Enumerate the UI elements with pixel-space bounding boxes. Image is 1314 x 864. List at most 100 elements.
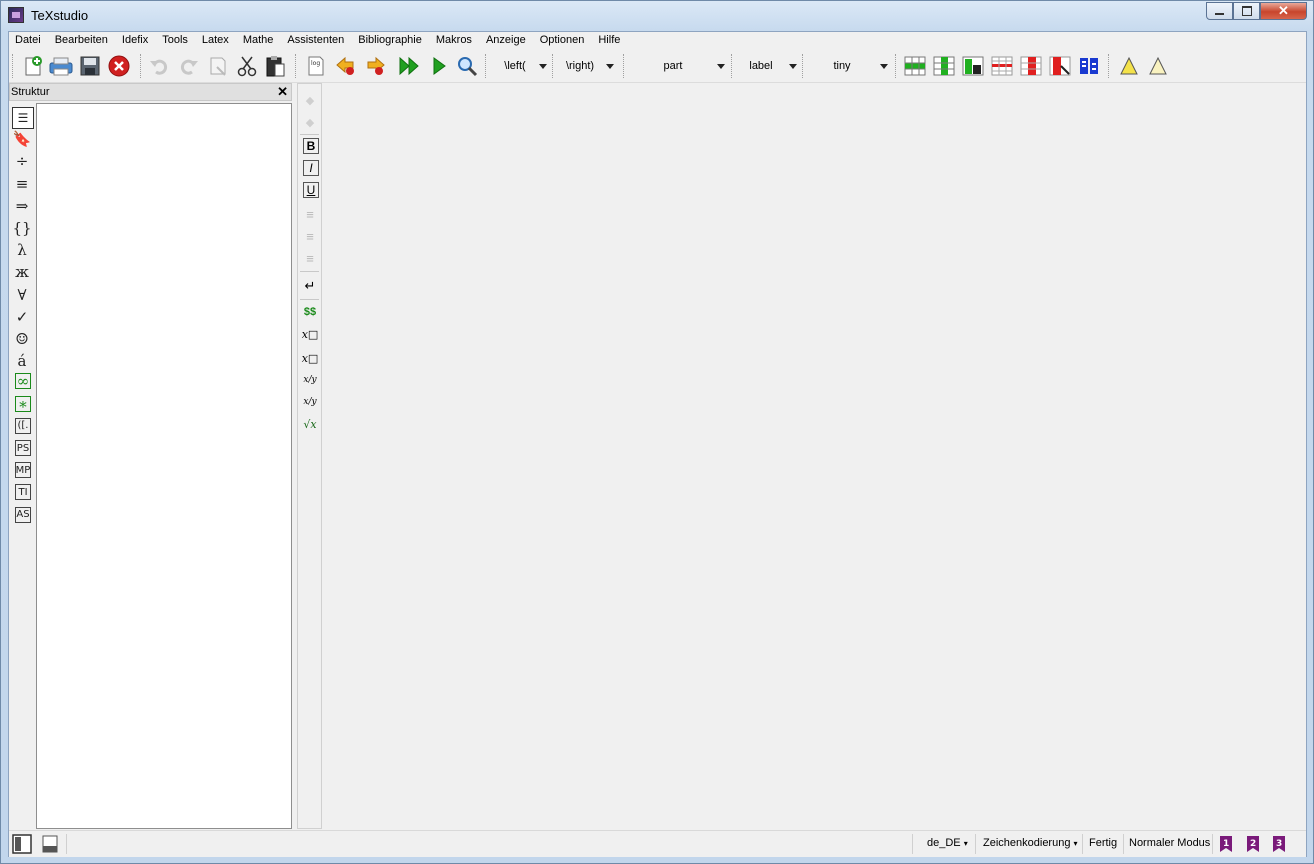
font-size-select[interactable]: tiny <box>804 56 892 76</box>
structure-icon[interactable]: ☰ <box>12 107 34 129</box>
editor-area[interactable] <box>323 83 1306 829</box>
redo-button[interactable] <box>177 54 201 78</box>
close-window-button[interactable]: ✕ <box>1260 2 1307 20</box>
inline-math-icon[interactable]: $$ <box>300 302 320 322</box>
greek-icon[interactable]: λ <box>12 240 32 260</box>
log-button[interactable]: log <box>304 54 328 78</box>
toggle-structure-button[interactable] <box>11 833 33 855</box>
references-select[interactable]: label <box>733 56 801 76</box>
application-window: TeXstudio ✕ Datei Bearbeiten Idefix Tool… <box>0 0 1314 864</box>
bold-icon[interactable]: B <box>303 138 319 154</box>
table-insert-column-button[interactable] <box>961 54 985 78</box>
chevron-down-icon <box>606 63 614 69</box>
menu-mathe[interactable]: Mathe <box>236 32 281 49</box>
table-cut-column-button[interactable] <box>1048 54 1072 78</box>
fraction-icon[interactable]: x/y <box>300 370 320 390</box>
align-center-icon[interactable]: ≡ <box>300 226 320 246</box>
dfrac-icon[interactable]: x/y <box>300 392 320 412</box>
align-left-icon[interactable]: ≡ <box>300 204 320 224</box>
table-add-column-button[interactable] <box>932 54 956 78</box>
pstricks-icon[interactable]: PS <box>15 440 31 456</box>
subscript-icon[interactable]: x□ <box>300 324 320 344</box>
tikz-icon[interactable]: TI <box>15 484 31 501</box>
menu-anzeige[interactable]: Anzeige <box>479 32 533 49</box>
structure-tree[interactable] <box>36 103 292 829</box>
underline-icon[interactable]: U <box>303 182 319 198</box>
bookmark-2-button[interactable]: 2 <box>1245 835 1261 853</box>
bookmark-1-button[interactable]: 1 <box>1218 835 1234 853</box>
delimiters-icon[interactable]: {} <box>12 218 32 238</box>
toggle-messages-button[interactable] <box>39 833 61 855</box>
next-error-button[interactable] <box>363 54 387 78</box>
new-document-button[interactable] <box>21 54 45 78</box>
asymptote-icon[interactable]: AS <box>15 506 31 523</box>
menu-datei[interactable]: Datei <box>9 32 48 49</box>
title-bar[interactable]: TeXstudio ✕ <box>1 1 1313 31</box>
structure-panel-header: Struktur ✕ <box>9 83 292 101</box>
menu-idefix[interactable]: Idefix <box>115 32 155 49</box>
misc-math-icon[interactable]: ∀ <box>12 285 32 305</box>
bookmark-icon: 2 <box>1247 836 1259 852</box>
bookmarks-icon[interactable]: 🔖 <box>12 129 32 149</box>
menu-bibliographie[interactable]: Bibliographie <box>351 32 429 49</box>
relations-icon[interactable]: ≡ <box>12 174 32 194</box>
view-button[interactable] <box>455 54 479 78</box>
toolbar-separator <box>12 54 13 78</box>
copy-button[interactable] <box>206 54 230 78</box>
menu-tools[interactable]: Tools <box>155 32 195 49</box>
back-icon[interactable]: ◆ <box>300 90 320 110</box>
menu-assistenten[interactable]: Assistenten <box>280 32 351 49</box>
table-remove-column-button[interactable] <box>1019 54 1043 78</box>
minimize-icon <box>1215 13 1224 15</box>
most-used-icon[interactable]: ∗ <box>15 395 31 413</box>
print-button[interactable] <box>49 54 73 78</box>
favorites-icon[interactable]: ∞ <box>15 372 31 390</box>
new-line-icon[interactable]: ↵ <box>300 276 320 296</box>
cut-button[interactable] <box>235 54 259 78</box>
compile-button[interactable] <box>427 54 451 78</box>
undo-button[interactable] <box>147 54 171 78</box>
close-panel-button[interactable]: ✕ <box>277 84 288 100</box>
sqrt-icon[interactable]: √x <box>300 414 320 434</box>
table-remove-row-button[interactable] <box>990 54 1014 78</box>
metapost-icon[interactable]: MP <box>15 462 31 479</box>
italic-icon[interactable]: I <box>303 160 319 176</box>
wasysym-icon[interactable]: ☺ <box>12 329 32 349</box>
texstudio-app-icon[interactable] <box>8 7 24 23</box>
menu-optionen[interactable]: Optionen <box>533 32 592 49</box>
left-delimiter-select[interactable]: \left( <box>491 56 551 76</box>
warning-triangle-icon <box>1120 56 1138 75</box>
sectioning-select[interactable]: part <box>629 56 729 76</box>
align-right-icon[interactable]: ≡ <box>300 248 320 268</box>
encoding-selector[interactable]: Zeichenkodierung ▾ <box>983 837 1078 849</box>
main-client-area: Datei Bearbeiten Idefix Tools Latex Math… <box>8 31 1307 857</box>
misc-items-icon[interactable]: ✓ <box>12 307 32 327</box>
table-align-columns-button[interactable] <box>1077 54 1101 78</box>
warning-button[interactable] <box>1117 54 1141 78</box>
forward-icon[interactable]: ◆ <box>300 112 320 132</box>
previous-error-button[interactable] <box>334 54 358 78</box>
paste-button[interactable] <box>263 54 287 78</box>
menu-bearbeiten[interactable]: Bearbeiten <box>48 32 115 49</box>
bookmark-3-button[interactable]: 3 <box>1271 835 1287 853</box>
build-and-view-button[interactable] <box>397 54 421 78</box>
save-icon <box>80 56 100 76</box>
save-button[interactable] <box>78 54 102 78</box>
maximize-button[interactable] <box>1233 2 1260 20</box>
menu-latex[interactable]: Latex <box>195 32 236 49</box>
table-add-row-button[interactable] <box>903 54 927 78</box>
arrows-icon[interactable]: ⇒ <box>12 196 32 216</box>
minimize-button[interactable] <box>1206 2 1233 20</box>
font-size-value: tiny <box>833 60 851 72</box>
menu-hilfe[interactable]: Hilfe <box>591 32 627 49</box>
language-selector[interactable]: de_DE ▾ <box>927 837 968 849</box>
menu-makros[interactable]: Makros <box>429 32 479 49</box>
operators-icon[interactable]: ÷ <box>12 151 32 171</box>
superscript-icon[interactable]: x□ <box>300 348 320 368</box>
right-delimiter-select[interactable]: \right) <box>554 56 618 76</box>
brackets-icon[interactable]: ([. <box>15 417 31 434</box>
cyrillic-icon[interactable]: ж <box>12 262 32 282</box>
special-characters-icon[interactable]: á <box>12 351 32 371</box>
close-document-button[interactable] <box>107 54 131 78</box>
warning-outline-button[interactable] <box>1146 54 1170 78</box>
